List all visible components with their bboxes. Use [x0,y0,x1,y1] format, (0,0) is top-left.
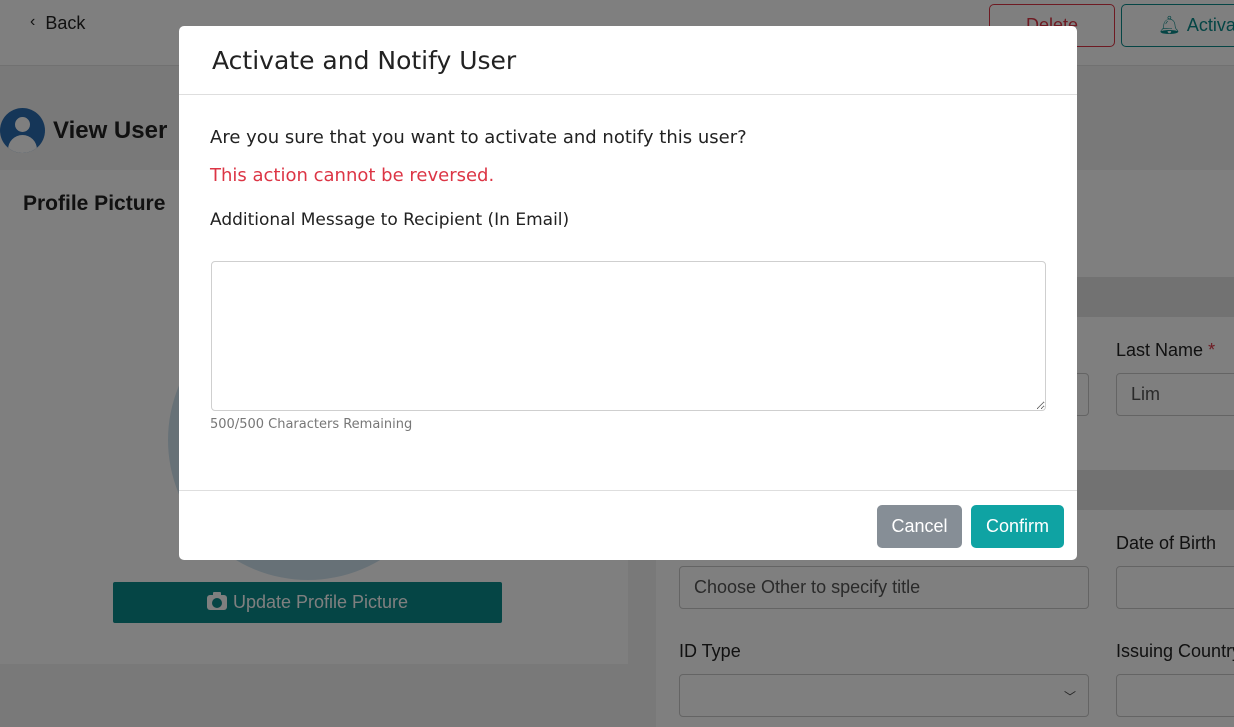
confirm-button[interactable]: Confirm [971,505,1064,548]
additional-message-textarea[interactable] [211,261,1046,411]
dialog-header: Activate and Notify User [179,26,1077,95]
characters-remaining: 500/500 Characters Remaining [210,417,413,432]
dialog-body: Are you sure that you want to activate a… [179,95,1077,490]
confirmation-question: Are you sure that you want to activate a… [210,127,747,148]
dialog-title: Activate and Notify User [212,45,517,75]
additional-message-label: Additional Message to Recipient (In Emai… [210,210,570,230]
dialog-footer: Cancel Confirm [179,490,1077,560]
cancel-button[interactable]: Cancel [877,505,962,548]
irreversible-warning: This action cannot be reversed. [210,165,495,186]
activate-notify-dialog: Activate and Notify User Are you sure th… [179,26,1077,560]
